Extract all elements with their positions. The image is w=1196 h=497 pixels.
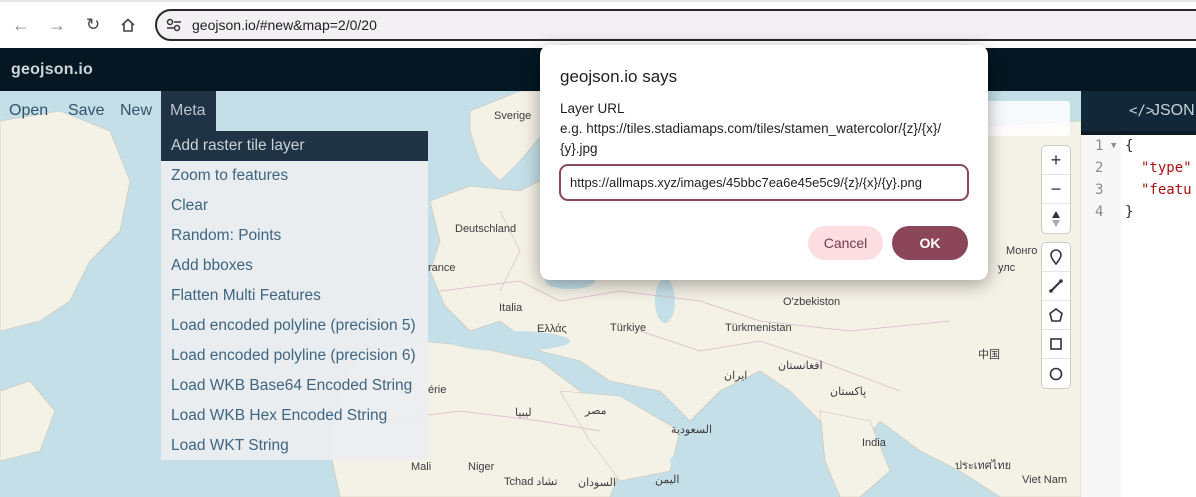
prompt-dialog: geojson.io says Layer URL e.g. https://t… bbox=[540, 45, 988, 280]
map-label: السودان bbox=[578, 477, 616, 489]
map-label: Türkiye bbox=[610, 322, 647, 334]
menu-load-polyline-5[interactable]: Load encoded polyline (precision 5) bbox=[161, 311, 428, 341]
url-text[interactable]: geojson.io/#new&map=2/0/20 bbox=[192, 17, 377, 33]
dialog-message-line: Layer URL bbox=[560, 101, 625, 116]
map-label: Deutschland bbox=[455, 223, 517, 235]
map-label: ایران bbox=[724, 370, 748, 382]
browser-toolbar: ← → ↻ geojson.io/#new&map=2/0/20 bbox=[0, 0, 1196, 48]
map-label: érie bbox=[428, 384, 447, 396]
map-label: اليمن bbox=[655, 474, 680, 486]
meta-dropdown: Add raster tile layer Zoom to features C… bbox=[161, 131, 428, 460]
tab-json-label: JSON bbox=[1152, 102, 1195, 119]
marker-icon[interactable] bbox=[1042, 243, 1070, 272]
ok-button[interactable]: OK bbox=[892, 226, 968, 260]
menu-save[interactable]: Save bbox=[59, 91, 113, 131]
zoom-out-icon[interactable]: − bbox=[1042, 175, 1070, 204]
tab-strip-edge bbox=[0, 0, 1196, 2]
menu-random-points[interactable]: Random: Points bbox=[161, 221, 428, 251]
map-label: مصر bbox=[585, 405, 607, 417]
menu-add-raster-tile-layer[interactable]: Add raster tile layer bbox=[161, 131, 428, 161]
map-label: ประเทศไทย bbox=[955, 460, 1012, 472]
map-label: Mali bbox=[411, 461, 432, 473]
dialog-message-line: {y}.jpg bbox=[560, 141, 598, 156]
map-label: افغانستان bbox=[778, 360, 823, 372]
brand-logo: geojson.io bbox=[11, 61, 93, 78]
code-text: { bbox=[1125, 138, 1134, 154]
map-label: O'zbekiston bbox=[783, 296, 841, 308]
tab-json[interactable]: </> JSON bbox=[1081, 91, 1196, 131]
code-text: "type" bbox=[1141, 160, 1192, 176]
address-bar[interactable]: geojson.io/#new&map=2/0/20 bbox=[155, 9, 1196, 41]
code-text: } bbox=[1125, 204, 1134, 220]
menu-open[interactable]: Open bbox=[0, 91, 57, 131]
map-label: Niger bbox=[468, 461, 495, 473]
map-label: Tchad تشاد bbox=[504, 476, 558, 488]
menu-new[interactable]: New bbox=[111, 91, 161, 131]
line-number: 3 bbox=[1095, 182, 1104, 198]
line-icon[interactable] bbox=[1042, 272, 1070, 301]
map-search-box[interactable] bbox=[980, 101, 1070, 136]
forward-icon[interactable]: → bbox=[46, 14, 68, 36]
layer-url-input[interactable] bbox=[559, 164, 969, 201]
map-label: Viet Nam bbox=[1022, 474, 1068, 486]
menu-flatten-multi-features[interactable]: Flatten Multi Features bbox=[161, 281, 428, 311]
line-number: 1 bbox=[1095, 138, 1104, 154]
draw-controls bbox=[1042, 243, 1070, 388]
zoom-controls: + − bbox=[1042, 146, 1070, 233]
menu-clear[interactable]: Clear bbox=[161, 191, 428, 221]
map-label: rance bbox=[428, 262, 456, 274]
menu-meta[interactable]: Meta bbox=[161, 91, 216, 131]
home-icon[interactable] bbox=[117, 14, 139, 36]
code-text: "featu bbox=[1141, 182, 1192, 198]
map-label: السعودية bbox=[671, 424, 713, 436]
json-editor[interactable]: 1 ▼ { 2 "type" 3 "featu 4 } bbox=[1081, 135, 1196, 497]
zoom-in-icon[interactable]: + bbox=[1042, 146, 1070, 175]
menu-add-bboxes[interactable]: Add bboxes bbox=[161, 251, 428, 281]
line-number: 4 bbox=[1095, 204, 1104, 220]
rectangle-icon[interactable] bbox=[1042, 330, 1070, 359]
menu-load-wkt[interactable]: Load WKT String bbox=[161, 431, 428, 461]
cancel-button[interactable]: Cancel bbox=[808, 226, 883, 260]
compass-icon[interactable] bbox=[1042, 204, 1070, 233]
map-label: پاکستان bbox=[830, 386, 867, 398]
site-settings-icon[interactable] bbox=[165, 17, 183, 33]
map-label: 中国 bbox=[978, 349, 1000, 361]
map-label: Монго bbox=[1006, 245, 1038, 257]
circle-icon[interactable] bbox=[1042, 359, 1070, 388]
polygon-icon[interactable] bbox=[1042, 301, 1070, 330]
menu-load-wkb-hex[interactable]: Load WKB Hex Encoded String bbox=[161, 401, 428, 431]
reload-icon[interactable]: ↻ bbox=[82, 14, 104, 36]
dialog-title: geojson.io says bbox=[560, 67, 678, 86]
map-label: Italia bbox=[499, 302, 523, 314]
menu-load-wkb-base64[interactable]: Load WKB Base64 Encoded String bbox=[161, 371, 428, 401]
dialog-message-line: e.g. https://tiles.stadiamaps.com/tiles/… bbox=[560, 121, 942, 136]
map-label: Ελλάς bbox=[537, 323, 567, 335]
map-label: улс bbox=[998, 262, 1016, 274]
map-label: Türkmenistan bbox=[725, 322, 792, 334]
dialog-message: Layer URL e.g. https://tiles.stadiamaps.… bbox=[560, 99, 970, 159]
menu-load-polyline-6[interactable]: Load encoded polyline (precision 6) bbox=[161, 341, 428, 371]
map-label: ليبيا bbox=[515, 407, 532, 419]
map-label: Sverige bbox=[494, 110, 532, 122]
back-icon[interactable]: ← bbox=[10, 14, 32, 36]
fold-arrow-icon[interactable]: ▼ bbox=[1111, 135, 1116, 157]
code-icon: </> bbox=[1129, 103, 1155, 119]
line-number: 2 bbox=[1095, 160, 1104, 176]
map-label: India bbox=[862, 437, 886, 449]
menu-zoom-to-features[interactable]: Zoom to features bbox=[161, 161, 428, 191]
